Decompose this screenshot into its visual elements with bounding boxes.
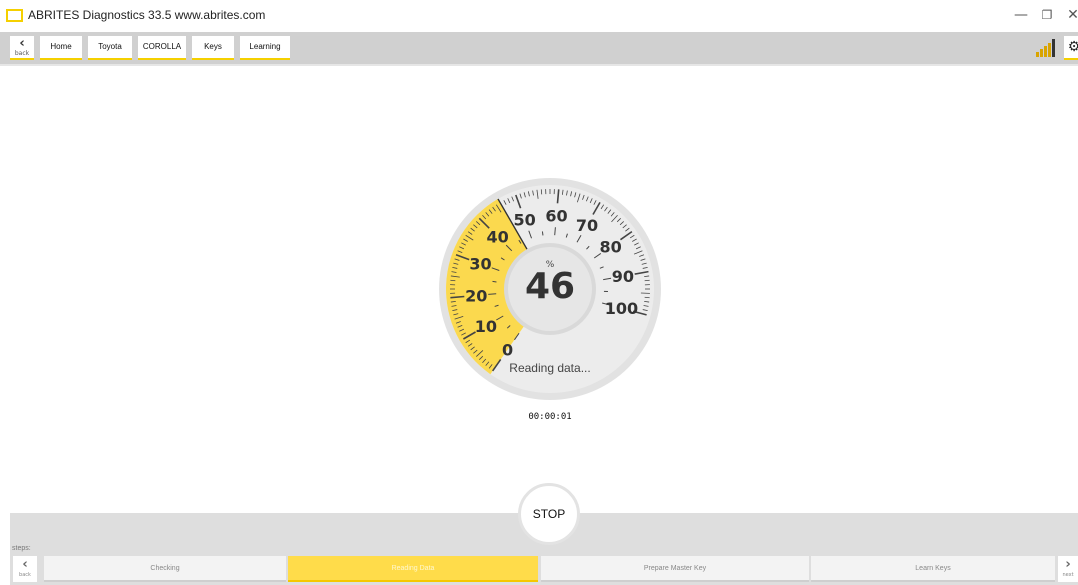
gauge-tick-label: 80 <box>599 238 621 257</box>
chevron-left-icon: ‹ <box>22 557 28 572</box>
progress-value: 46 <box>524 266 576 307</box>
gauge-tick-label: 10 <box>475 317 497 336</box>
navigation-bar: ‹ back Home Toyota COROLLA Keys Learning… <box>0 32 1078 66</box>
nav-back-label: back <box>14 50 30 57</box>
gauge-tick-label: 20 <box>465 286 487 305</box>
status-text: Reading data... <box>509 361 591 375</box>
chevron-right-icon: › <box>1065 557 1071 572</box>
abrites-logo-icon <box>6 9 23 22</box>
steps-next-button[interactable]: › next <box>1058 556 1078 582</box>
gauge-inner-tick <box>488 293 497 295</box>
signal-strength-icon <box>1036 39 1058 57</box>
stop-button[interactable]: STOP <box>518 483 580 545</box>
breadcrumb-toyota[interactable]: Toyota <box>88 36 132 60</box>
steps-next-label: next <box>1062 572 1074 578</box>
steps-label: steps: <box>12 545 31 552</box>
gauge-inner-tick <box>492 280 497 283</box>
step-prepare-master-key[interactable]: Prepare Master Key <box>541 556 809 582</box>
step-learn-keys[interactable]: Learn Keys <box>811 556 1055 582</box>
window-title: ABRITES Diagnostics 33.5 www.abrites.com <box>28 8 266 22</box>
gauge-tick-label: 50 <box>514 210 536 229</box>
title-bar: ABRITES Diagnostics 33.5 www.abrites.com… <box>0 0 1078 32</box>
close-button[interactable]: ✕ <box>1058 4 1078 26</box>
breadcrumb-corolla[interactable]: COROLLA <box>138 36 186 60</box>
gauge-tick-label: 100 <box>605 299 638 318</box>
step-checking[interactable]: Checking <box>44 556 286 582</box>
steps-back-button[interactable]: ‹ back <box>13 556 37 582</box>
elapsed-timer: 00:00:01 <box>528 412 572 422</box>
gauge-inner-tick <box>541 231 544 236</box>
gauge-inner-tick <box>554 227 556 236</box>
gear-icon[interactable]: ⚙ <box>1064 36 1078 60</box>
breadcrumb-keys[interactable]: Keys <box>192 36 234 60</box>
breadcrumb-home[interactable]: Home <box>40 36 82 60</box>
gauge-tick-label: 40 <box>487 228 509 247</box>
steps-back-label: back <box>19 572 31 578</box>
breadcrumb-learning[interactable]: Learning <box>240 36 290 60</box>
nav-back-button[interactable]: ‹ back <box>10 36 34 60</box>
step-reading-data[interactable]: Reading Data <box>288 556 538 582</box>
gauge-tick-label: 70 <box>576 216 598 235</box>
gauge-tick-label: 90 <box>612 267 634 286</box>
gauge-tick-label: 60 <box>545 206 567 225</box>
gauge-tick-label: 30 <box>469 255 491 274</box>
gauge-tick-label: 0 <box>502 341 513 360</box>
chevron-left-icon: ‹ <box>19 36 25 51</box>
